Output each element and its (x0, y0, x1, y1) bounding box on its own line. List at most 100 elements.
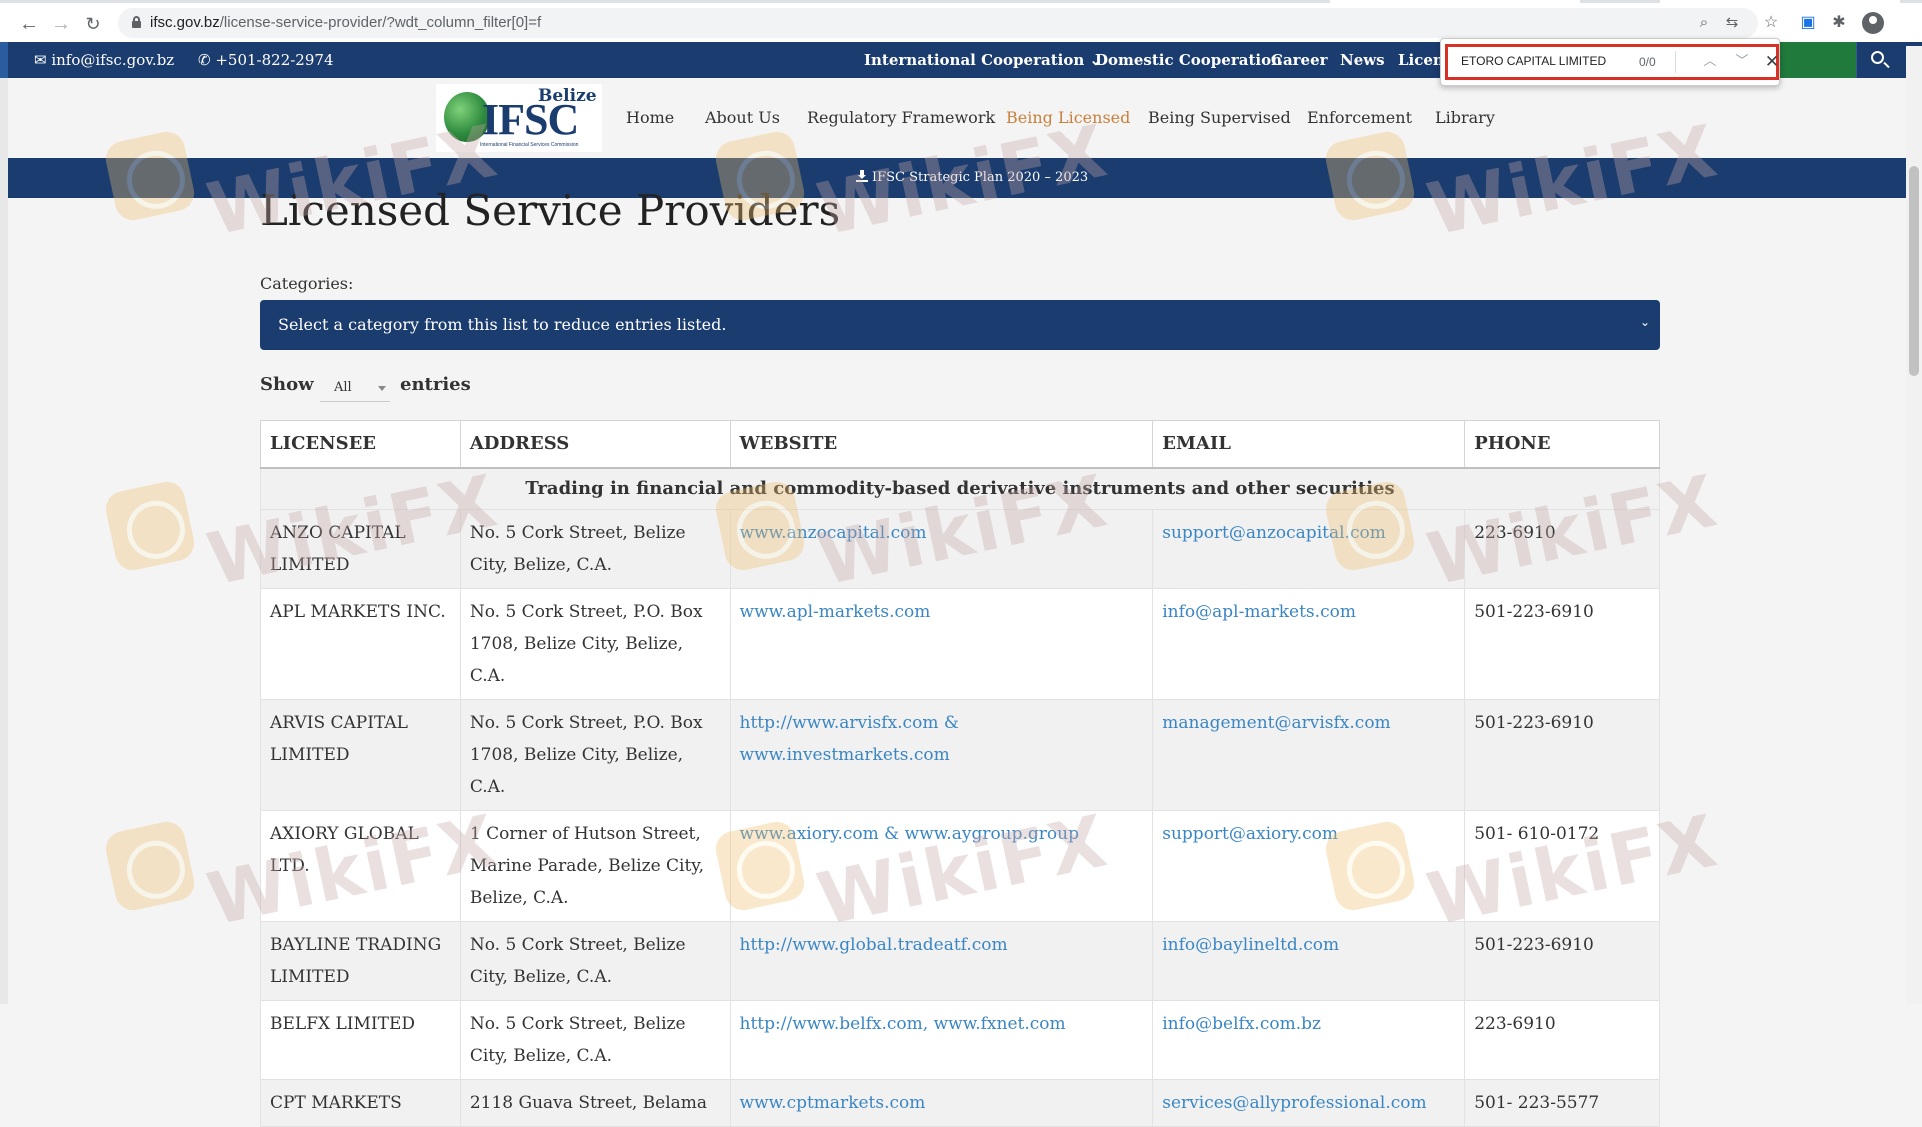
find-in-page-bar: ETORO CAPITAL LIMITED 0/0 ︿ ﹀ ✕ (1440, 38, 1780, 86)
nav-career[interactable]: Career (1271, 51, 1328, 69)
licensee-cell: AXIORY GLOBAL LTD. (260, 809, 461, 922)
phone-cell: 501- 610-0172 (1464, 809, 1660, 922)
licensee-cell: ARVIS CAPITAL LIMITED (260, 698, 461, 811)
table-row: CPT MARKETS 2118 Guava Street, Belama ww… (260, 1078, 1660, 1127)
email-link-text[interactable]: services@allyprofessional.com (1162, 1093, 1426, 1113)
puzzle-icon[interactable]: ✱ (1828, 12, 1850, 34)
logo-ifsc-text: IFSC (482, 95, 579, 144)
extension-icon[interactable]: ▣ (1797, 12, 1819, 34)
address-cell: 1 Corner of Hutson Street, Marine Parade… (459, 809, 731, 922)
licensee-cell: ANZO CAPITAL LIMITED (260, 508, 461, 589)
category-select-value: Select a category from this list to redu… (278, 315, 727, 334)
address-cell: No. 5 Cork Street, Belize City, Belize, … (459, 920, 731, 1001)
website-link-text[interactable]: http://www.belfx.com, www.fxnet.com (740, 1014, 1066, 1034)
bookmark-star-icon[interactable]: ☆ (1760, 12, 1782, 34)
website-link[interactable]: www.axiory.com & www.aygroup.group (729, 809, 1154, 922)
phone-cell: 501-223-6910 (1464, 920, 1660, 1001)
website-link[interactable]: www.cptmarkets.com (729, 1078, 1154, 1127)
find-next-icon[interactable]: ﹀ (1731, 51, 1753, 73)
address-bar[interactable]: ifsc.gov.bz/license-service-provider/?wd… (118, 8, 1758, 38)
email-contact[interactable]: ✉ info@ifsc.gov.bz (34, 51, 174, 69)
website-link[interactable]: http://www.global.tradeatf.com (729, 920, 1154, 1001)
website-link-text[interactable]: www.axiory.com & www.aygroup.group (740, 824, 1079, 844)
nav-international-cooperation[interactable]: International Cooperation ⌄ (864, 51, 1102, 69)
table-row: ANZO CAPITAL LIMITED No. 5 Cork Street, … (260, 508, 1660, 589)
ifsc-logo[interactable]: Belize IFSC International Financial Serv… (436, 84, 602, 152)
nav-regulatory-framework[interactable]: Regulatory Framework (807, 108, 995, 127)
find-input[interactable]: ETORO CAPITAL LIMITED (1461, 54, 1606, 68)
search-icon (1871, 51, 1884, 64)
entries-length-select[interactable]: All (320, 372, 390, 402)
website-link[interactable]: http://www.arvisfx.com & www.investmarke… (729, 698, 1154, 811)
table-row: ARVIS CAPITAL LIMITED No. 5 Cork Street,… (260, 698, 1660, 811)
find-previous-icon[interactable]: ︿ (1699, 51, 1721, 73)
phone-cell: 223-6910 (1464, 999, 1660, 1080)
main-navigation: Belize IFSC International Financial Serv… (8, 78, 1922, 158)
email-link[interactable]: support@anzocapital.com (1152, 508, 1466, 589)
email-link-text[interactable]: support@axiory.com (1162, 824, 1338, 844)
email-link-text[interactable]: info@belfx.com.bz (1162, 1014, 1321, 1034)
profile-avatar-icon[interactable] (1862, 12, 1884, 34)
back-arrow-icon[interactable]: ← (16, 11, 42, 37)
table-row: APL MARKETS INC. No. 5 Cork Street, P.O.… (260, 587, 1660, 700)
strategic-plan-link[interactable]: IFSC Strategic Plan 2020 – 2023 (856, 170, 1088, 185)
licensee-cell: APL MARKETS INC. (260, 587, 461, 700)
nav-about-us[interactable]: About Us (705, 108, 780, 127)
table-row: BELFX LIMITED No. 5 Cork Street, Belize … (260, 999, 1660, 1080)
website-link-text[interactable]: http://www.arvisfx.com & www.investmarke… (740, 713, 959, 765)
email-link[interactable]: support@axiory.com (1152, 809, 1466, 922)
find-count: 0/0 (1639, 55, 1656, 69)
website-link-text[interactable]: http://www.global.tradeatf.com (740, 935, 1008, 955)
reload-icon[interactable]: ↻ (80, 11, 106, 37)
email-link-text[interactable]: info@baylineltd.com (1162, 935, 1339, 955)
email-link[interactable]: info@belfx.com.bz (1152, 999, 1466, 1080)
site-search-button[interactable] (1856, 42, 1900, 78)
column-header-email[interactable]: EMAIL (1152, 420, 1466, 469)
website-link-text[interactable]: www.anzocapital.com (740, 523, 927, 543)
column-header-website[interactable]: WEBSITE (729, 420, 1154, 469)
licensee-cell: CPT MARKETS (260, 1078, 461, 1127)
nav-news[interactable]: News (1340, 51, 1385, 69)
find-divider (1675, 51, 1676, 73)
translate-icon[interactable]: ⇆ (1721, 12, 1743, 34)
category-select[interactable]: Select a category from this list to redu… (260, 300, 1660, 350)
chevron-down-icon: ⌄ (1639, 315, 1650, 329)
address-cell: 2118 Guava Street, Belama (459, 1078, 731, 1127)
email-link[interactable]: info@apl-markets.com (1152, 587, 1466, 700)
email-link-text[interactable]: management@arvisfx.com (1162, 713, 1390, 733)
email-link[interactable]: management@arvisfx.com (1152, 698, 1466, 811)
download-icon (856, 170, 868, 182)
column-header-phone[interactable]: PHONE (1464, 420, 1660, 469)
email-link-text[interactable]: info@apl-markets.com (1162, 602, 1356, 622)
website-link[interactable]: www.apl-markets.com (729, 587, 1154, 700)
lock-icon (132, 16, 141, 28)
nav-library[interactable]: Library (1435, 108, 1495, 127)
website-link-text[interactable]: www.cptmarkets.com (740, 1093, 926, 1113)
nav-domestic-cooperation[interactable]: Domestic Cooperation (1095, 51, 1282, 69)
address-cell: No. 5 Cork Street, P.O. Box 1708, Belize… (459, 587, 731, 700)
left-edge (0, 42, 8, 1004)
nav-enforcement[interactable]: Enforcement (1307, 108, 1412, 127)
phone-contact[interactable]: ✆ +501-822-2974 (198, 51, 333, 69)
email-link-text[interactable]: support@anzocapital.com (1162, 523, 1386, 543)
scrollbar-thumb[interactable] (1909, 166, 1919, 376)
forward-arrow-icon[interactable]: → (48, 11, 74, 37)
entries-label: entries (400, 374, 471, 395)
nav-home[interactable]: Home (626, 108, 674, 127)
website-link-text[interactable]: www.apl-markets.com (740, 602, 931, 622)
nav-being-supervised[interactable]: Being Supervised (1148, 108, 1291, 127)
email-link[interactable]: info@baylineltd.com (1152, 920, 1466, 1001)
find-icon[interactable]: ⌕ (1693, 12, 1715, 34)
page-scrollbar[interactable] (1906, 46, 1922, 1004)
column-header-address[interactable]: ADDRESS (459, 420, 731, 469)
table-header-row: LICENSEE ADDRESS WEBSITE EMAIL PHONE (260, 420, 1660, 469)
column-header-licensee[interactable]: LICENSEE (260, 420, 461, 469)
phone-cell: 501-223-6910 (1464, 587, 1660, 700)
table-row: BAYLINE TRADING LIMITED No. 5 Cork Stree… (260, 920, 1660, 1001)
website-link[interactable]: www.anzocapital.com (729, 508, 1154, 589)
email-link[interactable]: services@allyprofessional.com (1152, 1078, 1466, 1127)
licensees-table: LICENSEE ADDRESS WEBSITE EMAIL PHONE Tra… (260, 420, 1660, 1127)
website-link[interactable]: http://www.belfx.com, www.fxnet.com (729, 999, 1154, 1080)
nav-being-licensed[interactable]: Being Licensed (1006, 108, 1130, 127)
find-close-icon[interactable]: ✕ (1761, 51, 1783, 73)
